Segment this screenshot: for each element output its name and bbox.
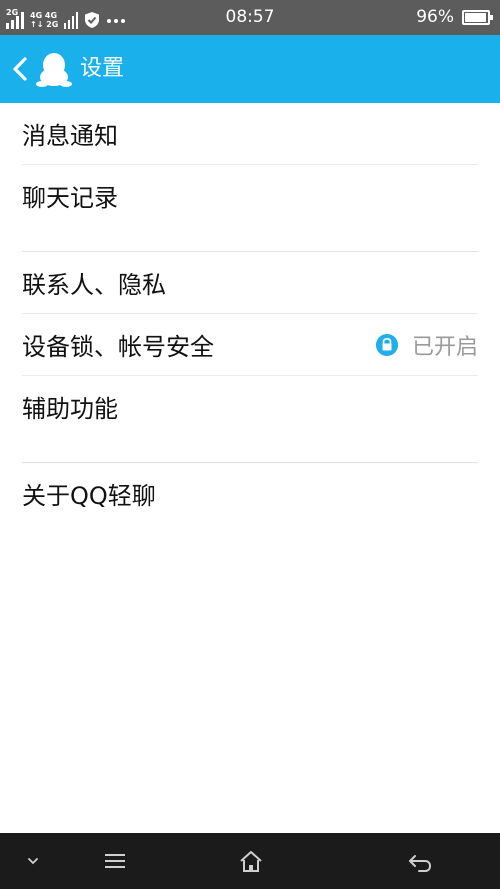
settings-item-label: 联系人、隐私 [22,271,166,299]
settings-item-about[interactable]: 关于QQ轻聊 [22,463,478,524]
battery-level-fill [465,12,487,22]
page-title: 设置 [80,56,125,81]
status-bar: 2G 4G 4G ↑↓ 2G 08:57 96% [0,0,500,35]
settings-item-label: 聊天记录 [22,184,118,212]
header: 设置 [0,35,500,103]
settings-item-label: 关于QQ轻聊 [22,482,156,510]
settings-item-label: 设备锁、帐号安全 [22,333,214,361]
chevron-down-icon[interactable] [18,847,48,875]
settings-item-accessibility[interactable]: 辅助功能 [22,376,478,437]
status-right: 96% [416,7,493,27]
battery-percent: 96% [416,7,454,27]
back-arrow-icon[interactable] [8,55,32,83]
settings-item-notifications[interactable]: 消息通知 [22,103,478,164]
menu-icon[interactable] [100,847,130,875]
lock-icon [375,333,398,356]
settings-item-label: 消息通知 [22,122,118,150]
settings-list: 消息通知 聊天记录 联系人、隐私 设备锁、帐号安全 已开启 辅助功能 关于QQ轻… [0,103,500,524]
settings-item-chat-history[interactable]: 聊天记录 [22,165,478,226]
back-icon[interactable] [405,847,435,875]
settings-item-contacts-privacy[interactable]: 联系人、隐私 [22,252,478,313]
battery-icon [462,9,493,25]
device-lock-status: 已开启 [375,314,478,375]
qq-penguin-icon [36,53,72,87]
status-text: 已开启 [411,334,478,360]
settings-item-label: 辅助功能 [22,395,118,423]
home-icon[interactable] [236,847,266,875]
system-nav-bar [0,833,500,889]
settings-item-device-lock-security[interactable]: 设备锁、帐号安全 已开启 [22,314,478,375]
